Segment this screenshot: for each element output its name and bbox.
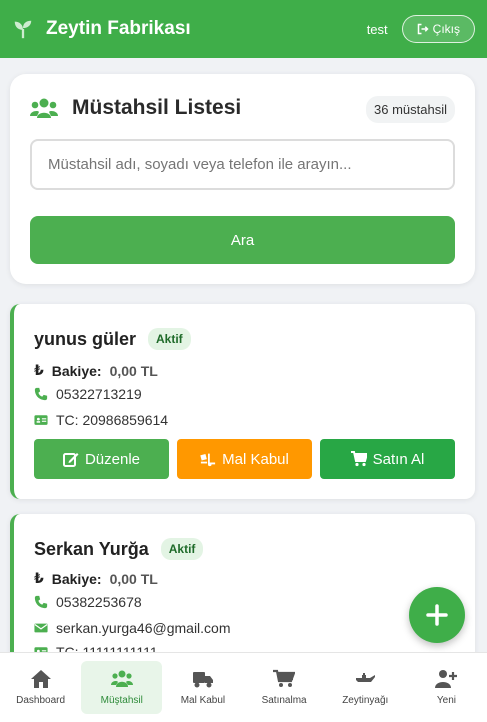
envelope-icon <box>34 623 48 633</box>
users-icon <box>30 98 58 118</box>
brand[interactable]: Zeytin Fabrikası <box>12 18 191 40</box>
page-title: Müstahsil Listesi <box>72 96 242 119</box>
farmer-email: serkan.yurga46@gmail.com <box>56 620 231 636</box>
nav-dashboard[interactable]: Dashboard <box>0 653 81 722</box>
nav-label: Satınalma <box>261 695 307 706</box>
edit-label: Düzenle <box>84 450 141 468</box>
brand-title: Zeytin Fabrikası <box>46 18 191 39</box>
farmer-name: Serkan Yurğa <box>34 538 149 559</box>
nav-mustahsil[interactable]: Müştahsil <box>81 661 163 714</box>
id-card-icon <box>34 647 48 652</box>
logout-label: Çıkış <box>432 22 460 36</box>
cart-icon <box>273 669 296 687</box>
nav-zeytinyagi[interactable]: Zeytinyağı <box>325 653 406 722</box>
nav-label: Müştahsil <box>100 695 143 706</box>
balance-value: 0,00 TL <box>109 362 158 379</box>
id-card-icon <box>34 415 48 425</box>
nav-label: Mal Kabul <box>180 695 226 706</box>
status-badge: Aktif <box>148 328 191 350</box>
seedling-icon <box>14 20 32 39</box>
receive-goods-button[interactable]: Mal Kabul <box>177 439 312 479</box>
balance-label: Bakiye: <box>51 570 102 587</box>
phone-icon <box>34 387 48 401</box>
bottom-nav: Dashboard Müştahsil Mal Kabul Satınalma … <box>0 652 487 722</box>
farmer-name: yunus güler <box>34 328 137 349</box>
buy-label: Satın Al <box>372 450 425 468</box>
farmer-tc: TC: 20986859614 <box>56 412 169 428</box>
lira-icon: ₺ <box>34 362 44 378</box>
phone-icon <box>34 595 48 609</box>
nav-yeni[interactable]: Yeni <box>406 653 487 722</box>
balance-label: Bakiye: <box>51 362 102 379</box>
nav-label: Yeni <box>436 695 456 706</box>
receive-goods-label: Mal Kabul <box>222 450 289 468</box>
nav-mal-kabul[interactable]: Mal Kabul <box>162 653 243 722</box>
search-card: Müstahsil Listesi 36 müstahsil Ara <box>10 74 475 284</box>
main-content[interactable]: Müstahsil Listesi 36 müstahsil Ara yunus… <box>0 58 487 652</box>
edit-button[interactable]: Düzenle <box>34 439 169 479</box>
search-button[interactable]: Ara <box>30 216 455 264</box>
count-badge: 36 müstahsil <box>366 96 455 123</box>
current-user: test <box>366 21 388 37</box>
balance-value: 0,00 TL <box>109 570 158 587</box>
buy-button[interactable]: Satın Al <box>320 439 455 479</box>
status-badge: Aktif <box>160 538 204 560</box>
truck-loading-icon <box>200 453 216 467</box>
lira-icon: ₺ <box>34 570 44 586</box>
farmer-card: Serkan Yurğa Aktif ₺ Bakiye: 0,00 TL 053… <box>10 514 475 652</box>
home-icon <box>30 670 51 688</box>
oil-can-icon <box>356 673 376 682</box>
edit-icon <box>62 453 79 467</box>
user-plus-icon <box>435 670 458 688</box>
farmer-phone: 05382253678 <box>56 594 142 610</box>
nav-label: Zeytinyağı <box>342 695 389 706</box>
cart-icon <box>350 451 367 467</box>
logout-button[interactable]: Çıkış <box>401 15 475 43</box>
nav-satinalma[interactable]: Satınalma <box>244 653 325 722</box>
truck-icon <box>192 672 213 688</box>
add-farmer-button[interactable] <box>409 587 465 643</box>
farmer-tc: TC: 11111111111 <box>56 644 158 652</box>
search-input[interactable] <box>30 139 455 190</box>
app-header: Zeytin Fabrikası test Çıkış <box>0 0 487 58</box>
plus-icon <box>426 604 448 626</box>
sign-out-icon <box>417 23 429 35</box>
farmer-phone: 05322713219 <box>56 386 142 402</box>
nav-label: Dashboard <box>16 695 66 706</box>
farmer-card: yunus güler Aktif ₺ Bakiye: 0,00 TL 0532… <box>10 304 475 499</box>
users-icon <box>110 670 133 687</box>
